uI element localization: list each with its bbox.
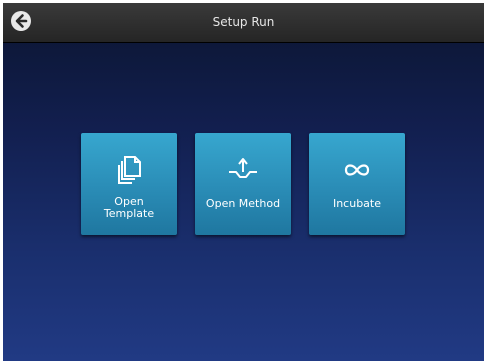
open-template-label-line-2: Template [103,207,155,220]
open-method-icon [195,155,291,185]
open-template-label: Open Template [85,196,173,220]
copy-documents-icon [81,155,177,185]
screen: Setup Run Open Template Open Method Incu… [3,3,484,361]
incubate-button[interactable]: Incubate [309,133,405,235]
title-bar: Setup Run [3,3,484,43]
page-title: Setup Run [212,15,275,29]
infinity-icon [309,155,405,185]
open-method-button[interactable]: Open Method [195,133,291,235]
open-method-label: Open Method [205,197,281,210]
action-tiles: Open Template Open Method Incubate [81,133,408,237]
incubate-label: Incubate [332,197,382,210]
open-template-button[interactable]: Open Template [81,133,177,235]
